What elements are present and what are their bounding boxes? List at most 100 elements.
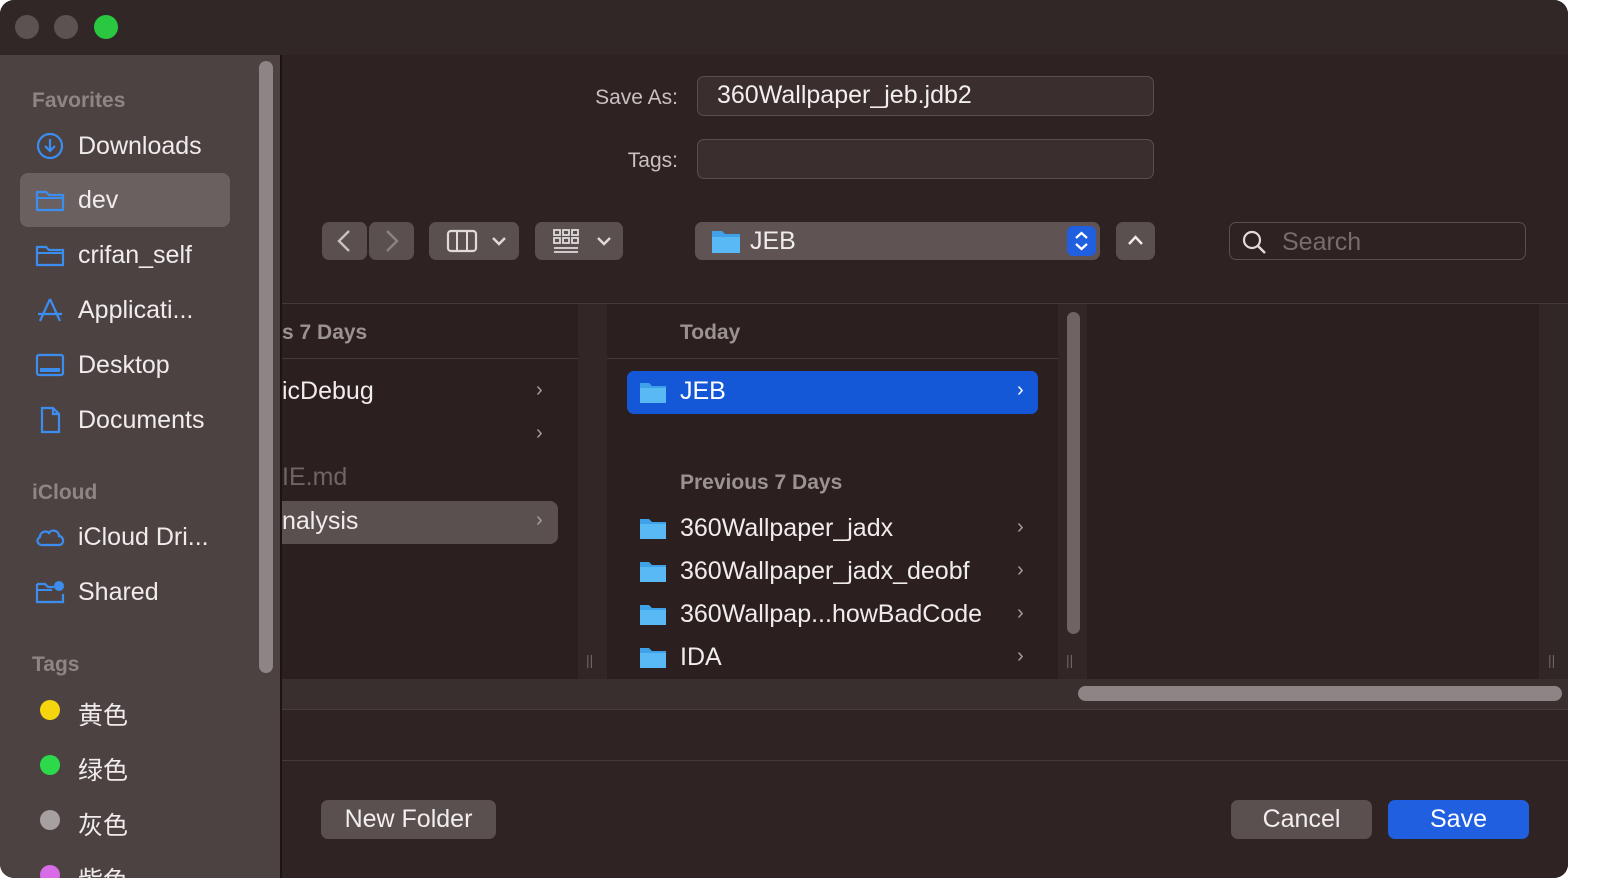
sidebar: Favorites Downloads dev crifan_self Appl…: [0, 55, 282, 878]
back-button[interactable]: [322, 222, 367, 260]
tag-color-dot: [40, 865, 60, 878]
bottom-bar: New Folder Cancel Save: [282, 709, 1568, 878]
zoom-button[interactable]: [94, 15, 118, 39]
list-item-label: IDA: [680, 643, 722, 671]
sidebar-header-icloud: iCloud: [32, 481, 98, 504]
resize-handle-icon: ||: [586, 652, 594, 668]
column-header-bar: [607, 304, 1058, 359]
sidebar-item-label: Shared: [78, 578, 159, 606]
sidebar-item-shared[interactable]: Shared: [20, 565, 230, 619]
column-header: s 7 Days: [282, 321, 368, 344]
chevron-right-icon: ›: [536, 422, 543, 444]
list-item[interactable]: 360Wallpaper_jadx ›: [627, 507, 1038, 550]
folder-icon: [640, 562, 666, 582]
sidebar-item-label: crifan_self: [78, 241, 192, 269]
applications-icon: [38, 298, 62, 322]
resize-handle-icon: ||: [1066, 652, 1074, 668]
sidebar-item-documents[interactable]: Documents: [20, 393, 230, 447]
list-item[interactable]: 360Wallpap...howBadCode ›: [627, 593, 1038, 636]
main-panel: Save As: 360Wallpaper_jeb.jdb2 Tags: JEB: [282, 55, 1568, 878]
folder-icon: [640, 519, 666, 539]
chevron-up-icon: [1128, 235, 1143, 245]
list-item-label: icDebug: [282, 377, 374, 405]
sidebar-tag-purple[interactable]: 紫色: [20, 848, 230, 878]
minimize-button[interactable]: [54, 15, 78, 39]
column-header-today: Today: [680, 321, 741, 344]
list-item[interactable]: 360Wallpaper_jadx_deobf ›: [627, 550, 1038, 593]
column-scrollbar[interactable]: [1067, 312, 1080, 634]
column-divider[interactable]: ||: [578, 304, 607, 679]
column-right: [1087, 304, 1539, 679]
chevron-right-icon: ›: [1017, 559, 1024, 581]
search-placeholder: Search: [1282, 228, 1362, 256]
horizontal-scrollbar-track: [282, 679, 1568, 709]
chevron-right-icon: ›: [1017, 379, 1024, 401]
close-button[interactable]: [15, 15, 39, 39]
search-field[interactable]: Search: [1229, 222, 1526, 260]
save-button[interactable]: Save: [1388, 800, 1529, 839]
shared-folder-icon: [35, 581, 65, 604]
horizontal-scrollbar[interactable]: [1078, 686, 1562, 701]
sidebar-item-label: 黄色: [78, 702, 129, 730]
list-item[interactable]: IDA ›: [627, 636, 1038, 679]
sidebar-item-label: Desktop: [78, 351, 170, 379]
sidebar-tag-gray[interactable]: 灰色: [20, 793, 230, 847]
enclosing-folder-button[interactable]: [1116, 222, 1155, 260]
resize-handle-icon: ||: [1548, 652, 1556, 668]
list-item[interactable]: icDebug ›: [282, 370, 558, 413]
chevron-right-icon: [386, 230, 399, 252]
cancel-button[interactable]: Cancel: [1231, 800, 1372, 839]
download-circle-icon: [36, 132, 64, 160]
tags-label: Tags:: [627, 149, 678, 172]
save-dialog: Favorites Downloads dev crifan_self Appl…: [0, 0, 1568, 878]
list-item-label: JEB: [680, 377, 726, 405]
sidebar-item-label: 灰色: [78, 812, 129, 840]
document-icon: [40, 406, 61, 434]
column-browser: s 7 Days icDebug › › IE.md nalysis › || …: [282, 303, 1568, 680]
options-strip: [282, 710, 1568, 761]
sidebar-item-label: 紫色: [78, 861, 128, 878]
sidebar-item-label: dev: [78, 186, 119, 214]
sidebar-item-applications[interactable]: Applicati...: [20, 283, 230, 337]
list-item-selected[interactable]: JEB ›: [627, 371, 1038, 414]
sidebar-item-desktop[interactable]: Desktop: [20, 338, 230, 392]
column-left: s 7 Days icDebug › › IE.md nalysis ›: [282, 304, 578, 679]
folder-icon: [712, 231, 740, 253]
list-item-label: 360Wallpaper_jadx_deobf: [680, 557, 970, 585]
folder-icon: [640, 383, 666, 403]
column-divider[interactable]: ||: [1058, 304, 1087, 679]
chevron-right-icon: ›: [536, 509, 543, 531]
new-folder-button[interactable]: New Folder: [321, 800, 496, 839]
column-header-previous: Previous 7 Days: [680, 471, 843, 494]
sidebar-item-label: 绿色: [78, 757, 129, 785]
sidebar-item-dev[interactable]: dev: [20, 173, 230, 227]
sidebar-tag-green[interactable]: 绿色: [20, 738, 230, 792]
tag-color-dot: [40, 755, 60, 775]
list-item-label: 360Wallpaper_jadx: [680, 514, 894, 542]
list-item-selected[interactable]: nalysis ›: [282, 501, 558, 544]
sidebar-scrollbar[interactable]: [259, 61, 273, 673]
column-middle: Today JEB › Previous 7 Days 360Wallpaper…: [607, 304, 1058, 679]
list-item[interactable]: ›: [282, 413, 558, 456]
sidebar-item-downloads[interactable]: Downloads: [20, 119, 230, 173]
list-item-label: IE.md: [282, 463, 348, 491]
sidebar-item-label: Applicati...: [78, 296, 194, 324]
grid-group-icon: [553, 229, 611, 253]
tags-field[interactable]: [697, 139, 1154, 179]
popup-stepper-icon: [1067, 226, 1096, 256]
sidebar-item-label: Downloads: [78, 132, 202, 160]
sidebar-item-icloud-drive[interactable]: iCloud Dri...: [20, 510, 230, 564]
save-as-field[interactable]: 360Wallpaper_jeb.jdb2: [697, 76, 1154, 116]
view-mode-button[interactable]: [429, 222, 519, 260]
sidebar-tag-yellow[interactable]: 黄色: [20, 683, 230, 737]
group-button[interactable]: [535, 222, 623, 260]
list-item[interactable]: IE.md: [282, 456, 558, 499]
forward-button[interactable]: [369, 222, 414, 260]
sidebar-header-tags: Tags: [32, 653, 80, 676]
location-popup[interactable]: JEB: [695, 222, 1100, 260]
sidebar-item-crifan-self[interactable]: crifan_self: [20, 228, 230, 282]
column-divider[interactable]: ||: [1539, 304, 1568, 679]
chevron-right-icon: ›: [1017, 645, 1024, 667]
title-bar: [0, 0, 1568, 55]
chevron-left-icon: [337, 230, 350, 252]
